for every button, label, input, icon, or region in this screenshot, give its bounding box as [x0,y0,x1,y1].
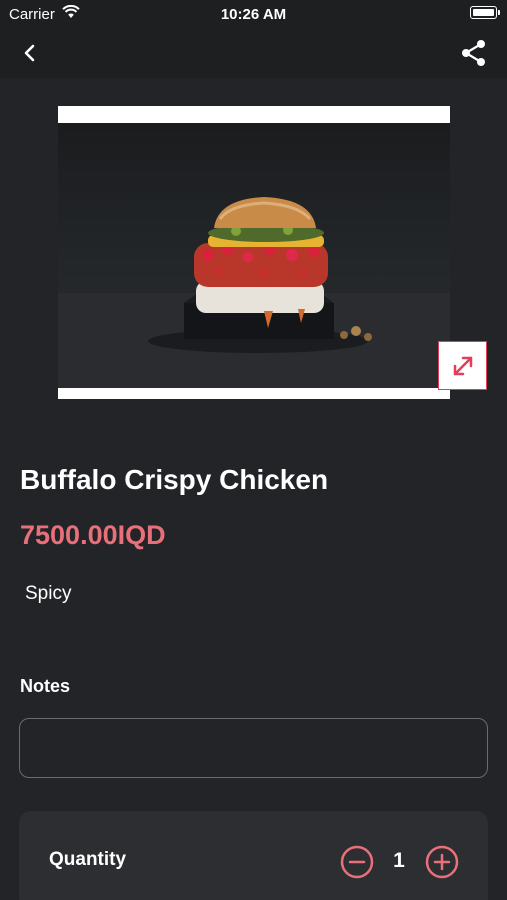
product-price: 7500.00IQD [20,520,166,550]
battery-icon [470,6,500,19]
status-bar: Carrier 10:26 AM [0,0,507,28]
product-tag: Spicy [25,583,72,604]
navigation-bar [0,28,507,78]
product-image-frame [58,106,450,399]
product-image[interactable] [58,123,450,388]
back-button[interactable] [18,40,44,66]
product-title: Buffalo Crispy Chicken [20,464,329,495]
expand-icon [453,356,473,376]
expand-image-button[interactable] [438,341,487,390]
quantity-label: Quantity [49,849,127,870]
status-time: 10:26 AM [220,6,287,23]
quantity-card: Quantity 1 [19,811,488,900]
increase-quantity-button[interactable] [425,845,459,879]
share-button[interactable] [461,39,487,67]
notes-label: Notes [20,676,71,696]
burger-illustration [58,197,450,388]
decrease-quantity-button[interactable] [340,845,374,879]
quantity-value: 1 [393,849,405,872]
notes-input[interactable] [19,718,488,778]
